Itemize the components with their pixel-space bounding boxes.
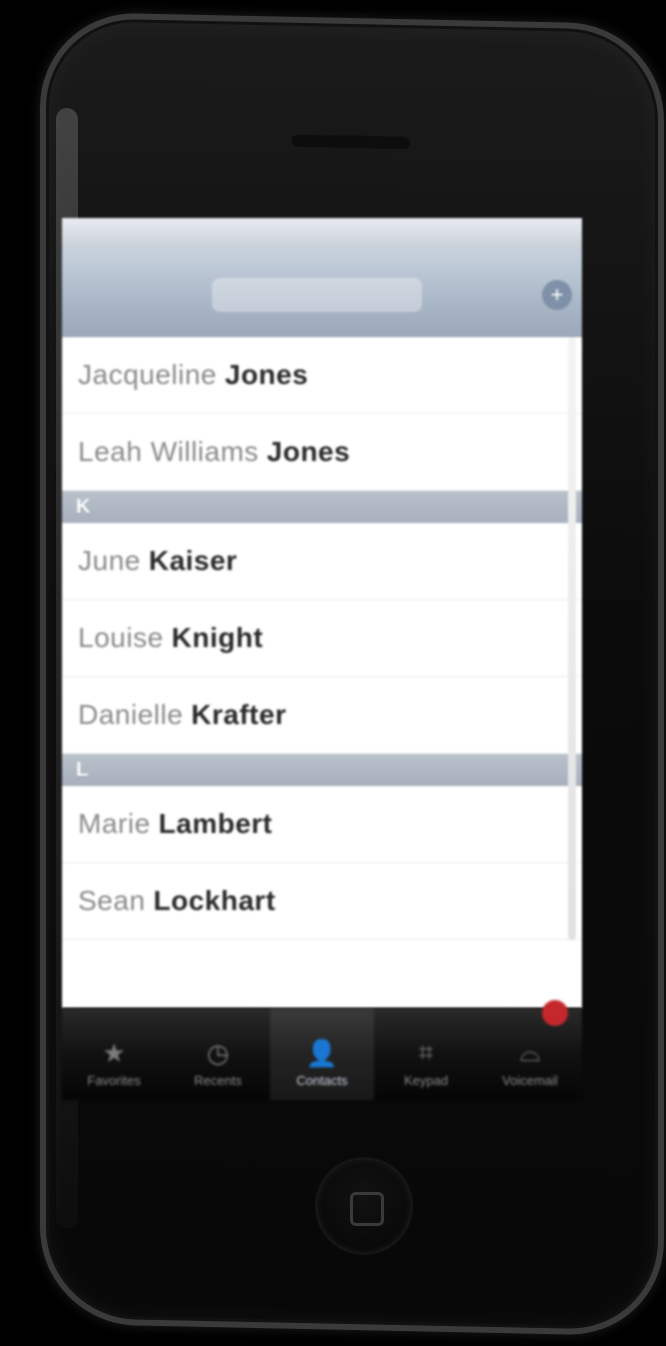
section-index-scrollbar[interactable] (568, 337, 576, 940)
list-item[interactable]: Louise Knight (62, 600, 582, 677)
tab-label: Voicemail (502, 1073, 558, 1088)
star-icon: ★ (102, 1038, 126, 1068)
tab-bar: ★ Favorites ◷ Recents 👤 Contacts ⌗ Keypa… (62, 1000, 582, 1100)
list-item[interactable]: Danielle Krafter (62, 677, 582, 754)
contact-last-name: Jones (266, 436, 351, 467)
tab-label: Favorites (87, 1073, 141, 1088)
contact-first-name: Louise (78, 622, 164, 653)
list-item[interactable]: Jacqueline Jones (62, 337, 582, 414)
section-header-k: K (62, 491, 582, 523)
person-icon: 👤 (305, 1038, 339, 1068)
list-item[interactable]: Sean Lockhart (62, 863, 582, 940)
plus-icon[interactable]: + (542, 280, 572, 310)
section-header-l: L (62, 754, 582, 786)
list-item[interactable]: Marie Lambert (62, 786, 582, 863)
tab-favorites[interactable]: ★ Favorites (62, 1008, 166, 1100)
clock-icon: ◷ (206, 1038, 230, 1068)
list-item[interactable]: June Kaiser (62, 523, 582, 600)
tab-recents[interactable]: ◷ Recents (166, 1008, 270, 1100)
voicemail-icon: ⌓ (519, 1037, 541, 1067)
tab-label: Contacts (296, 1073, 348, 1088)
status-bar (62, 218, 582, 250)
keypad-icon: ⌗ (418, 1037, 434, 1067)
screen: + Jacqueline Jones Leah Williams Jones K… (62, 218, 582, 1008)
contact-last-name: Knight (171, 622, 264, 653)
tab-contacts[interactable]: 👤 Contacts (270, 1008, 374, 1100)
nav-title (212, 278, 422, 312)
contact-last-name: Jones (224, 359, 309, 390)
navigation-bar: + (62, 250, 582, 337)
tab-label: Keypad (403, 1073, 449, 1088)
contact-first-name: June (78, 545, 141, 576)
contact-first-name: Leah Williams (78, 436, 259, 467)
tab-label: Recents (194, 1073, 242, 1088)
contact-first-name: Marie (78, 808, 151, 839)
tab-voicemail[interactable]: ⌓ Voicemail (478, 1000, 582, 1100)
contact-last-name: Kaiser (148, 545, 238, 576)
voicemail-badge (542, 1000, 568, 1026)
home-button[interactable] (318, 1160, 410, 1252)
contact-first-name: Sean (78, 885, 146, 916)
home-square-icon (350, 1192, 384, 1226)
list-item[interactable]: Leah Williams Jones (62, 414, 582, 491)
contact-first-name: Jacqueline (78, 359, 217, 390)
tab-keypad[interactable]: ⌗ Keypad (374, 1008, 478, 1100)
contact-last-name: Lambert (158, 808, 273, 839)
earpiece-speaker (291, 132, 411, 150)
contact-last-name: Lockhart (153, 885, 276, 916)
contact-list[interactable]: Jacqueline Jones Leah Williams Jones K J… (62, 337, 582, 940)
contact-first-name: Danielle (78, 699, 184, 730)
contact-last-name: Krafter (191, 699, 287, 730)
